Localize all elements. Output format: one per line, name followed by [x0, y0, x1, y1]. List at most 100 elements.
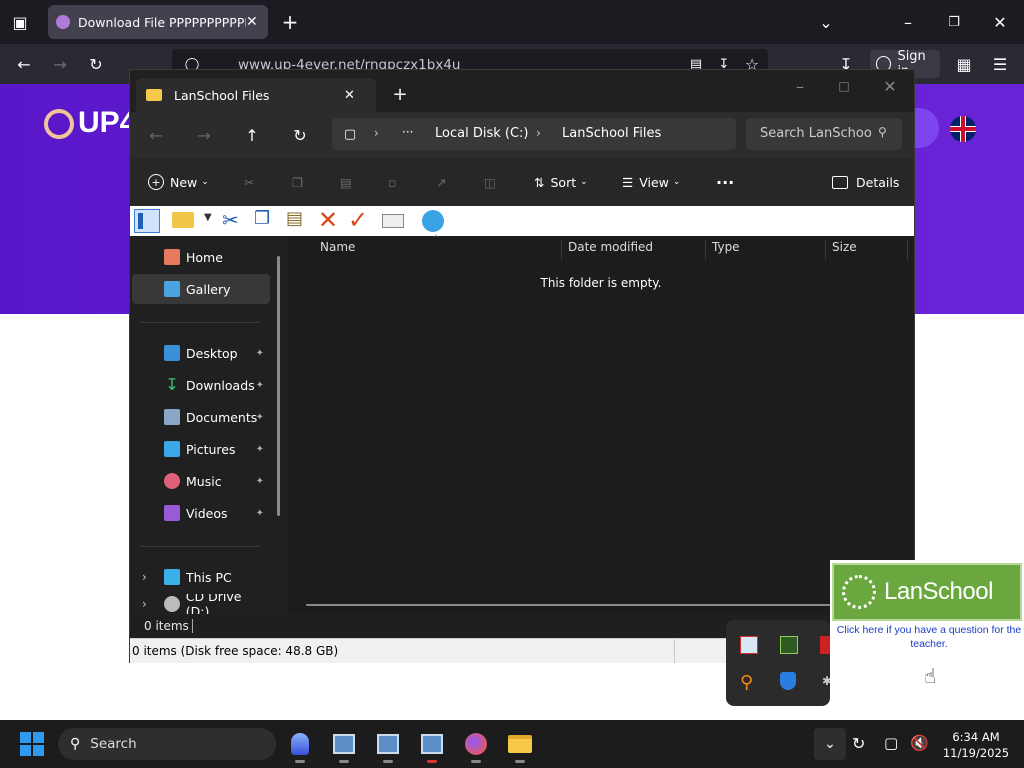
- taskbar-app-copilot-icon[interactable]: [284, 728, 316, 763]
- up-icon[interactable]: ↑: [240, 123, 264, 147]
- cut-icon[interactable]: ✂: [244, 158, 254, 206]
- restore-icon[interactable]: ❐: [942, 10, 966, 34]
- nav-item-pictures[interactable]: Pictures ✦: [130, 434, 268, 464]
- uk-flag-icon[interactable]: [950, 116, 976, 142]
- refresh-icon[interactable]: ↻: [288, 123, 312, 147]
- new-button[interactable]: + New ⌄: [148, 158, 209, 206]
- maximize-icon[interactable]: □: [832, 74, 856, 98]
- tray-app-icon[interactable]: [780, 636, 798, 654]
- taskbar-search[interactable]: ⚲ Search: [58, 728, 276, 760]
- nav-label: Music: [186, 473, 222, 489]
- taskbar-app-network-icon[interactable]: [328, 728, 360, 763]
- nav-item-music[interactable]: Music ✦: [130, 466, 268, 496]
- hand-cursor-icon: ☝: [924, 664, 937, 688]
- site-logo[interactable]: UP4: [44, 106, 136, 140]
- share-icon[interactable]: ↗: [436, 158, 446, 206]
- divider: [140, 546, 260, 547]
- details-button[interactable]: Details: [832, 158, 899, 206]
- back-icon[interactable]: ←: [12, 52, 36, 76]
- view-label: View: [639, 174, 669, 190]
- nav-scrollbar[interactable]: [277, 256, 280, 516]
- tray-app-icon[interactable]: [740, 636, 758, 654]
- display-icon[interactable]: ▢: [884, 734, 898, 752]
- rename-icon[interactable]: [382, 214, 404, 228]
- column-header-date-modified[interactable]: Date modified: [562, 240, 706, 260]
- folder-options-icon[interactable]: [172, 212, 194, 228]
- nav-item-this-pc[interactable]: › This PC: [130, 562, 268, 592]
- pin-icon[interactable]: ✦: [256, 412, 264, 423]
- minimize-icon[interactable]: –: [788, 74, 812, 98]
- paste-icon[interactable]: ▤: [340, 158, 352, 206]
- documents-icon: [164, 409, 180, 425]
- start-button[interactable]: [20, 732, 44, 756]
- checkmark-icon[interactable]: ✓: [348, 206, 368, 234]
- column-header-type[interactable]: Type: [706, 240, 826, 260]
- nav-item-downloads[interactable]: ↧ Downloads ✦: [130, 370, 268, 400]
- paste-icon[interactable]: ▤: [286, 208, 303, 229]
- new-tab-icon[interactable]: +: [388, 82, 412, 106]
- taskbar-app-file-explorer-icon[interactable]: [504, 728, 536, 763]
- browser-tab[interactable]: Download File PPPPPPPPPPPP06 ✕: [48, 5, 268, 39]
- explorer-tab[interactable]: LanSchool Files ✕: [136, 78, 376, 112]
- list-tabs-icon[interactable]: ⌄: [814, 10, 838, 34]
- pin-icon[interactable]: ✦: [256, 444, 264, 455]
- show-hidden-icons-button[interactable]: ⌄: [814, 728, 846, 760]
- reload-icon[interactable]: ↻: [84, 52, 108, 76]
- close-window-icon[interactable]: ✕: [878, 74, 902, 98]
- tray-app-icon[interactable]: [820, 636, 830, 654]
- taskbar-app-network-icon[interactable]: [372, 728, 404, 763]
- forward-icon[interactable]: →: [192, 123, 216, 147]
- nav-label: Desktop: [186, 345, 238, 361]
- tray-search-app-icon[interactable]: ⚲: [740, 672, 753, 693]
- shell-icon[interactable]: [422, 210, 444, 232]
- close-tab-icon[interactable]: ✕: [246, 14, 258, 30]
- pin-icon[interactable]: ✦: [256, 348, 264, 359]
- forward-icon[interactable]: →: [48, 52, 72, 76]
- sync-status-icon[interactable]: ↻: [852, 734, 865, 753]
- tab-overview-icon[interactable]: ▣: [8, 10, 32, 34]
- pin-icon[interactable]: ✦: [256, 508, 264, 519]
- breadcrumb-local-disk[interactable]: Local Disk (C:): [435, 126, 528, 141]
- delete-icon[interactable]: ✕: [318, 206, 338, 234]
- minimize-icon[interactable]: –: [896, 10, 920, 34]
- chevron-right-icon[interactable]: ›: [142, 597, 147, 611]
- search-field[interactable]: Search LanSchoo ⚲: [746, 118, 902, 150]
- close-window-icon[interactable]: ✕: [988, 10, 1012, 34]
- column-header-size[interactable]: Size: [826, 240, 908, 260]
- new-tab-icon[interactable]: +: [278, 10, 302, 34]
- copy-icon[interactable]: ❐: [292, 158, 303, 206]
- dropdown-arrow-icon[interactable]: ▼: [204, 212, 212, 223]
- rename-icon[interactable]: ▫: [388, 158, 396, 206]
- cut-icon[interactable]: ✂: [222, 208, 239, 232]
- horizontal-scrollbar[interactable]: [306, 604, 906, 606]
- copy-icon[interactable]: ❐: [254, 208, 270, 229]
- nav-item-videos[interactable]: Videos ✦: [130, 498, 268, 528]
- taskbar-app-network-icon[interactable]: [416, 728, 448, 763]
- delete-icon[interactable]: ◫: [484, 158, 496, 206]
- chevron-right-icon[interactable]: ›: [142, 570, 147, 584]
- close-tab-icon[interactable]: ✕: [344, 88, 355, 103]
- taskbar-app-firefox-icon[interactable]: [460, 728, 492, 763]
- more-options-button[interactable]: ···: [716, 158, 734, 206]
- address-bar[interactable]: ▢ › ··· Local Disk (C:) › LanSchool File…: [332, 118, 736, 150]
- folders-pane-icon[interactable]: [134, 209, 160, 233]
- breadcrumb-lanschool-files[interactable]: LanSchool Files: [562, 126, 661, 141]
- extensions-icon[interactable]: ▦: [952, 52, 976, 76]
- nav-item-home[interactable]: Home: [130, 242, 268, 272]
- clock[interactable]: 6:34 AM 11/19/2025: [936, 729, 1016, 761]
- pin-icon[interactable]: ✦: [256, 476, 264, 487]
- volume-muted-icon[interactable]: 🔇: [910, 734, 929, 752]
- sort-button[interactable]: ⇅ Sort ⌄: [534, 158, 588, 206]
- back-icon[interactable]: ←: [144, 123, 168, 147]
- nav-item-documents[interactable]: Documents ✦: [130, 402, 268, 432]
- security-shield-icon[interactable]: [780, 672, 796, 690]
- pin-icon[interactable]: ✦: [256, 380, 264, 391]
- ask-teacher-link[interactable]: Click here if you have a question for th…: [836, 623, 1022, 651]
- nav-item-cd-drive[interactable]: › CD Drive (D:): [130, 594, 268, 614]
- nav-item-gallery[interactable]: Gallery: [132, 274, 270, 304]
- nav-item-desktop[interactable]: Desktop ✦: [130, 338, 268, 368]
- lanschool-logo[interactable]: LanSchool: [832, 563, 1022, 621]
- view-button[interactable]: ☰ View ⌄: [622, 158, 680, 206]
- menu-icon[interactable]: ☰: [988, 52, 1012, 76]
- breadcrumb-overflow[interactable]: ···: [402, 125, 413, 139]
